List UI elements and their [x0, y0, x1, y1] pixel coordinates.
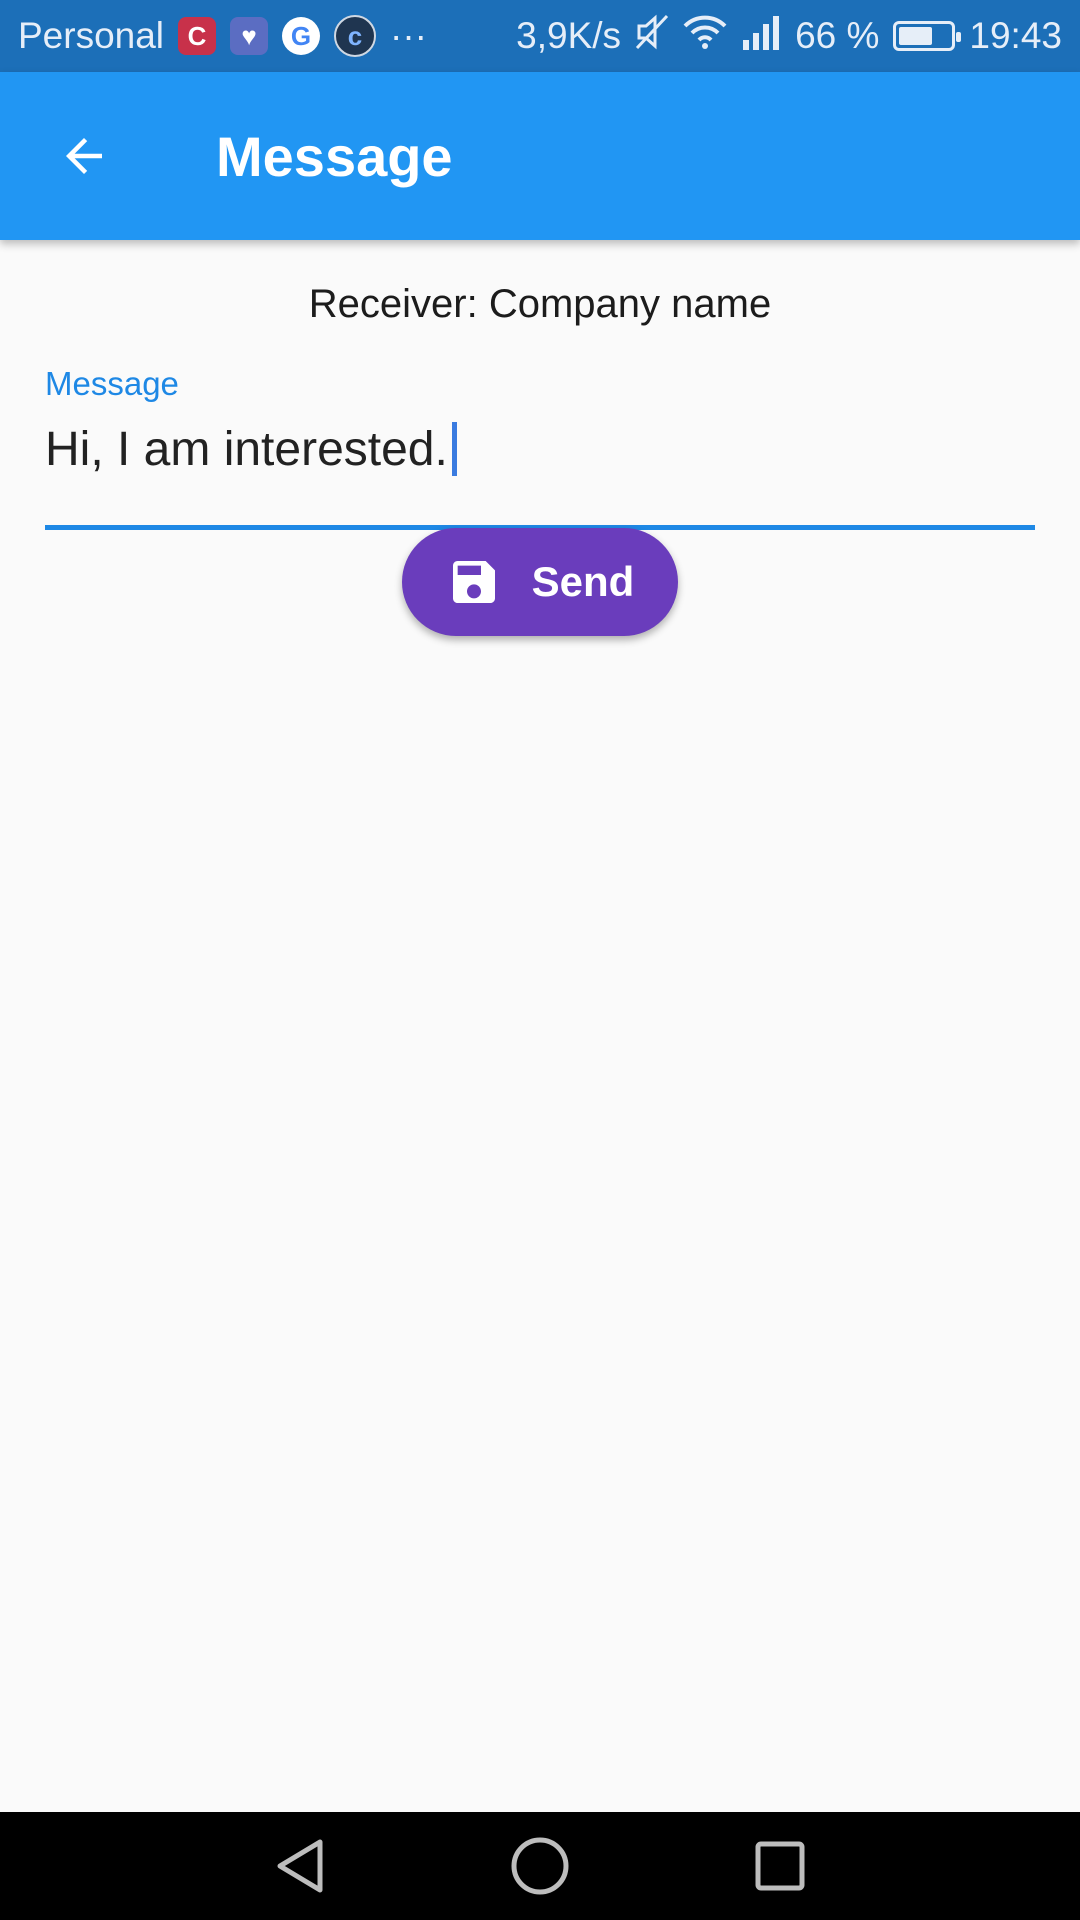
clock: 19:43 — [969, 15, 1062, 56]
message-field-label: Message — [45, 365, 179, 402]
more-notifications-icon: ··· — [390, 15, 427, 56]
send-button-label: Send — [531, 558, 635, 605]
status-bar: Personal C ♥ G c ··· 3,9K/s 66 % 19:43 — [0, 0, 1080, 72]
arrow-back-icon — [66, 138, 102, 174]
google-icon: G — [282, 17, 321, 55]
wifi-icon — [683, 14, 727, 59]
message-input[interactable]: Hi, I am interested. — [45, 417, 1035, 481]
text-cursor — [451, 422, 457, 476]
send-button[interactable]: Send — [402, 528, 678, 636]
message-input-text: Hi, I am interested. — [45, 422, 448, 476]
triangle-back-icon — [277, 1839, 323, 1893]
mute-icon — [635, 14, 669, 59]
nav-back-button[interactable] — [255, 1821, 345, 1911]
save-icon — [452, 561, 495, 603]
nav-home-button[interactable] — [495, 1821, 585, 1911]
network-speed: 3,9K/s — [516, 15, 622, 56]
receiver-label: Receiver: Company name — [308, 282, 772, 326]
c-circle-icon: c — [334, 15, 377, 57]
battery-percent: 66 % — [795, 15, 880, 56]
page-title: Message — [216, 124, 453, 188]
nav-recents-button[interactable] — [735, 1821, 825, 1911]
back-button[interactable] — [24, 96, 144, 216]
circle-home-icon — [511, 1837, 569, 1895]
battery-fill — [899, 27, 933, 45]
carrier-label: Personal — [18, 15, 165, 56]
battery-icon — [893, 21, 962, 51]
navigation-bar — [0, 1812, 1080, 1920]
health-icon: ♥ — [230, 17, 269, 55]
message-field[interactable]: Message Hi, I am interested. — [45, 365, 1035, 530]
square-recents-icon — [755, 1841, 805, 1891]
signal-icon — [741, 14, 781, 59]
app-bar: Message — [0, 72, 1080, 240]
c-app-icon: C — [178, 17, 217, 55]
